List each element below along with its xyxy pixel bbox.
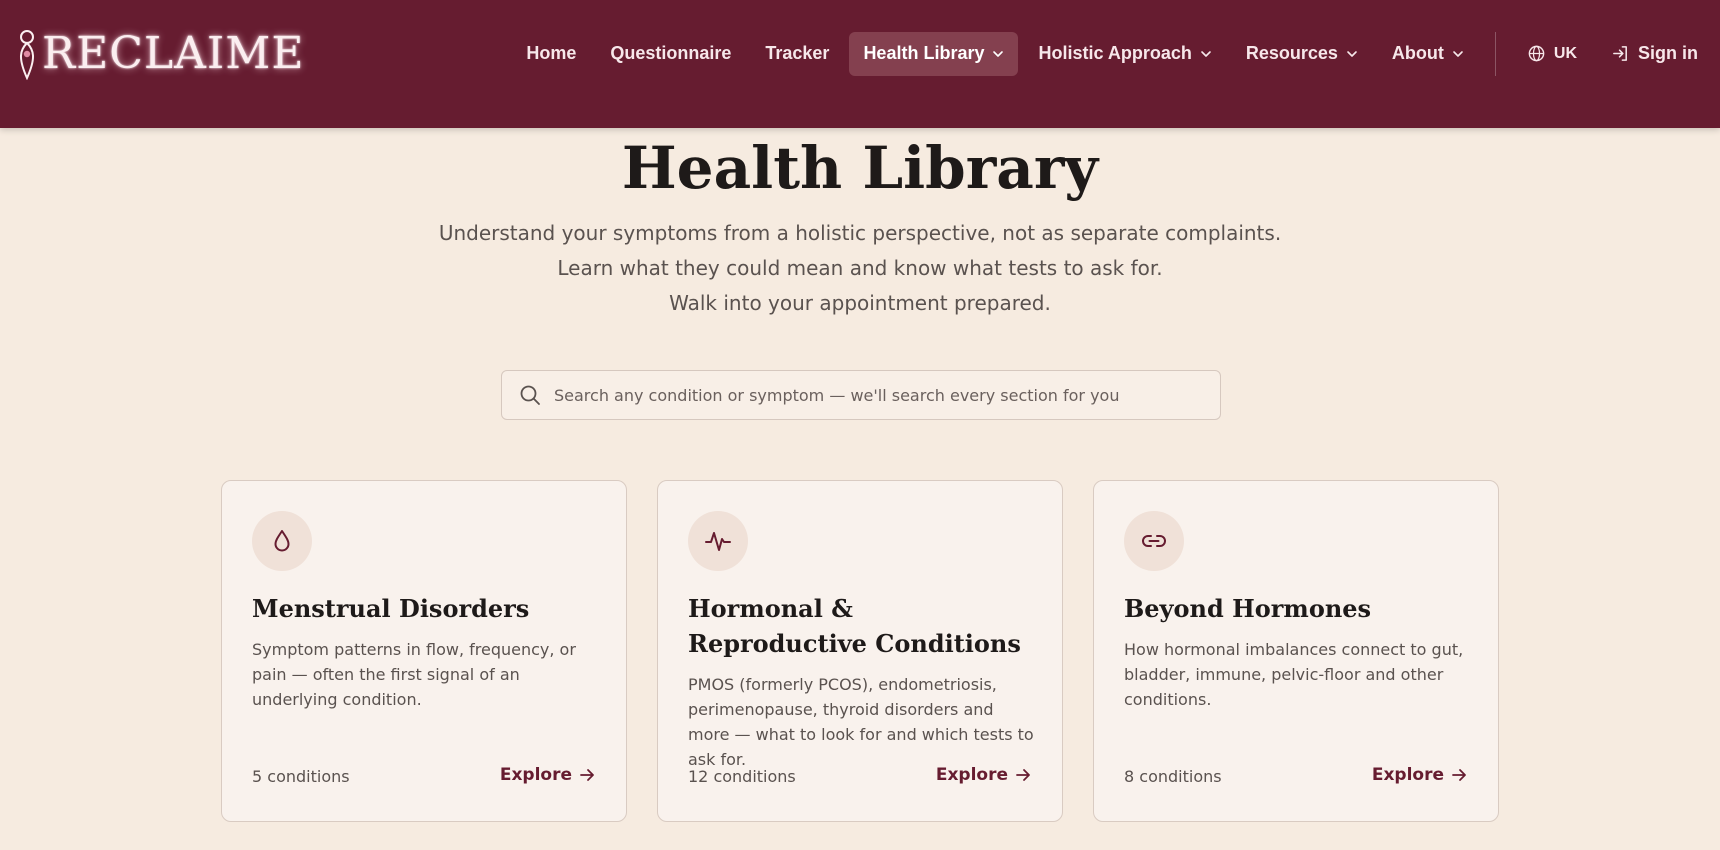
nav-home-label: Home <box>526 43 577 63</box>
logo-mark-icon <box>20 30 34 80</box>
arrow-right-icon <box>1452 769 1466 781</box>
nav-home[interactable]: Home <box>512 32 590 76</box>
activity-icon <box>705 532 731 551</box>
link-icon <box>1142 535 1166 547</box>
region-selector[interactable]: UK <box>1513 32 1591 76</box>
page-title: Health Library <box>621 134 1099 202</box>
chevron-down-icon <box>993 50 1004 57</box>
explore-link[interactable]: Explore <box>936 765 1032 785</box>
nav-questionnaire[interactable]: Questionnaire <box>596 32 745 76</box>
subtitle-line: Learn what they could mean and know what… <box>557 256 1163 280</box>
globe-icon <box>1528 45 1545 62</box>
explore-label: Explore <box>499 765 572 785</box>
explore-label: Explore <box>1371 765 1444 785</box>
nav-tracker[interactable]: Tracker <box>751 32 843 76</box>
main-nav: Home Questionnaire Tracker Health Librar… <box>509 0 1720 107</box>
card-count: 8 conditions <box>1124 767 1222 786</box>
card-menstrual-disorders[interactable]: Menstrual Disorders Symptom patterns in … <box>221 480 627 822</box>
nav-resources-label: Resources <box>1245 43 1338 63</box>
search-input[interactable] <box>554 385 1214 405</box>
explore-label: Explore <box>935 765 1008 785</box>
brand-logo[interactable]: RECLAIME <box>14 26 304 82</box>
subtitle-line: Walk into your appointment prepared. <box>669 291 1051 315</box>
site-header: RECLAIME Home Questionnaire Tracker Heal… <box>0 0 1720 128</box>
nav-questionnaire-label: Questionnaire <box>610 43 732 63</box>
brand-name: RECLAIME <box>42 28 305 79</box>
search-icon <box>520 385 540 405</box>
nav-about-label: About <box>1391 43 1444 63</box>
nav-holistic-approach-label: Holistic Approach <box>1038 43 1192 63</box>
card-description: Symptom patterns in flow, frequency, or … <box>252 640 576 709</box>
card-description: How hormonal imbalances connect to gut, … <box>1124 640 1464 709</box>
chevron-down-icon <box>1453 50 1463 57</box>
card-title: Hormonal & Reproductive Conditions <box>688 594 1021 658</box>
card-title: Beyond Hormones <box>1124 594 1372 623</box>
card-icon-wrap <box>1124 511 1184 571</box>
nav-resources[interactable]: Resources <box>1232 32 1372 76</box>
nav-tracker-label: Tracker <box>765 43 830 63</box>
page-subtitle: Understand your symptoms from a holistic… <box>0 216 1720 321</box>
nav-about[interactable]: About <box>1378 32 1478 76</box>
nav-holistic-approach[interactable]: Holistic Approach <box>1024 32 1225 76</box>
card-count: 5 conditions <box>252 767 350 786</box>
card-icon-wrap <box>688 511 748 571</box>
nav-health-library-label: Health Library <box>863 43 985 63</box>
nav-health-library[interactable]: Health Library <box>849 31 1019 76</box>
subtitle-line: Understand your symptoms from a holistic… <box>438 221 1282 245</box>
card-icon-wrap <box>252 511 312 571</box>
sign-in-icon <box>1613 46 1627 61</box>
arrow-right-icon <box>580 769 594 781</box>
card-hormonal-reproductive[interactable]: Hormonal & Reproductive Conditions PMOS … <box>657 480 1063 822</box>
card-count: 12 conditions <box>688 767 796 786</box>
region-label: UK <box>1553 44 1577 62</box>
chevron-down-icon <box>1201 50 1211 57</box>
card-description: PMOS (formerly PCOS), endometriosis, per… <box>688 675 1034 769</box>
explore-link[interactable]: Explore <box>1372 765 1468 785</box>
explore-link[interactable]: Explore <box>500 765 596 785</box>
droplet-icon <box>274 530 290 552</box>
card-beyond-hormones[interactable]: Beyond Hormones How hormonal imbalances … <box>1093 480 1499 822</box>
card-title: Menstrual Disorders <box>252 594 530 623</box>
category-cards: Menstrual Disorders Symptom patterns in … <box>221 480 1499 822</box>
sign-in-button[interactable]: Sign in <box>1597 32 1712 76</box>
arrow-right-icon <box>1016 769 1030 781</box>
search-bar[interactable] <box>501 370 1221 420</box>
sign-in-label: Sign in <box>1638 43 1698 63</box>
nav-divider <box>1494 31 1496 76</box>
chevron-down-icon <box>1347 50 1357 57</box>
